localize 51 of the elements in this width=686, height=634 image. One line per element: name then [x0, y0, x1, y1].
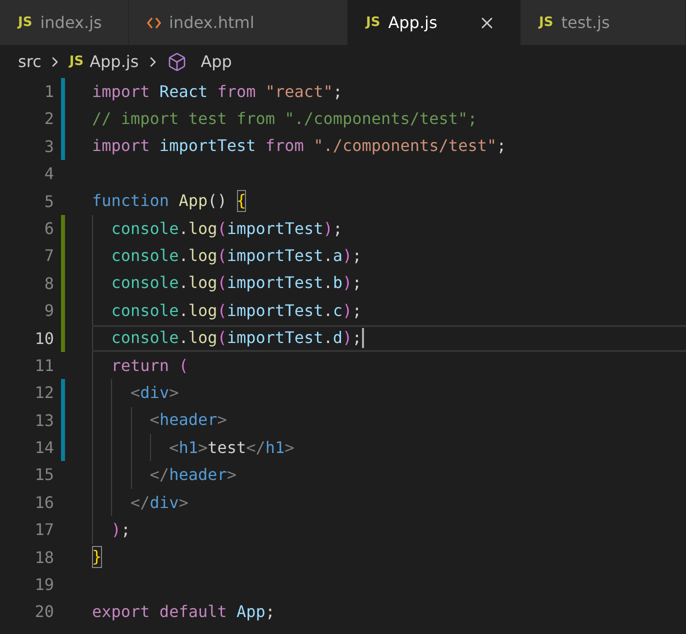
code-line: import importTest from "./components/test"; [92, 135, 508, 158]
code-line: </div> [92, 488, 686, 516]
code-line: console.log(importTest.c); [92, 297, 686, 325]
code-line: } [92, 545, 103, 570]
js-file-icon: JS [69, 52, 84, 72]
line-number: 13 [34, 410, 54, 432]
cube-icon [166, 52, 187, 72]
line-number: 11 [34, 354, 54, 377]
editor-tab[interactable]: JS test.js [521, 0, 686, 45]
code-line: console.log(importTest); [92, 214, 686, 242]
editor-tab[interactable]: JS index.js [0, 0, 129, 45]
line-number: 2 [43, 108, 54, 130]
code-line: import React from "react"; [92, 80, 344, 103]
js-file-icon: JS [539, 12, 554, 32]
line-number: 9 [43, 300, 54, 322]
line-number: 7 [43, 245, 54, 268]
breadcrumb-item[interactable]: App.js [90, 50, 139, 74]
code-line: export default App; [92, 601, 276, 624]
line-number: 8 [43, 272, 54, 295]
line-number: 3 [43, 136, 54, 158]
line-number: 4 [43, 163, 54, 186]
line-number: 12 [34, 382, 54, 404]
code-line: </header> [92, 461, 686, 489]
code-line: <div> [92, 379, 686, 407]
code-line: console.log(importTest.d); [92, 324, 686, 352]
line-number: 14 [34, 437, 54, 460]
code-line: return ( [92, 352, 686, 380]
line-number: 6 [43, 218, 54, 240]
line-number: 16 [34, 492, 54, 514]
line-number: 5 [43, 190, 54, 213]
code-line: <header> [92, 406, 686, 434]
line-number: 15 [34, 464, 54, 486]
line-number: 1 [43, 81, 54, 103]
editor-tab[interactable]: JS App.js [348, 0, 521, 45]
line-number: 17 [34, 519, 54, 542]
line-number: 20 [34, 601, 54, 624]
code-line: console.log(importTest.b); [92, 270, 686, 298]
code-line: ); [92, 516, 686, 544]
code-line: function App() { [92, 189, 248, 214]
js-file-icon: JS [366, 12, 380, 32]
line-number: 18 [34, 546, 54, 569]
code-line: console.log(importTest.a); [92, 242, 686, 270]
breadcrumb-item[interactable]: App [200, 50, 232, 74]
code-line: // import test from "./components/test"; [92, 108, 478, 130]
line-number: 10 [34, 328, 54, 350]
code-line: <h1>test</h1> [92, 434, 686, 462]
breadcrumb-item[interactable]: src [18, 50, 42, 74]
code-brackets-icon [147, 16, 161, 28]
line-number: 19 [34, 574, 54, 596]
editor-tab[interactable]: index.html [129, 0, 348, 45]
js-file-icon: JS [18, 12, 32, 32]
